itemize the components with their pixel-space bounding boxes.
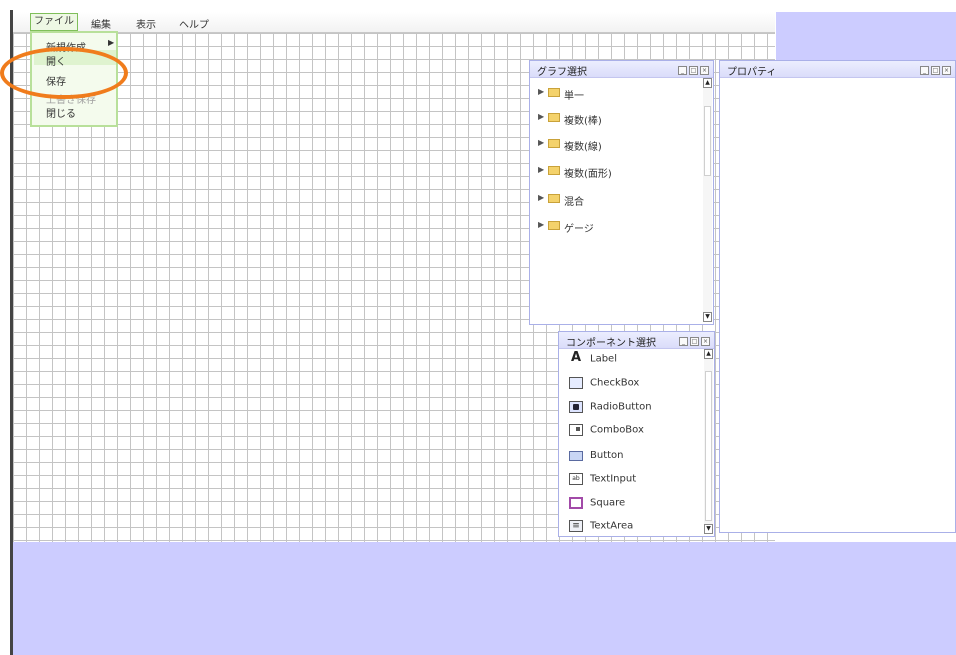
expand-triangle-icon[interactable]: ▶ xyxy=(538,87,548,96)
restore-icon[interactable]: □ xyxy=(690,337,699,346)
graph-panel-scrollbar[interactable]: ▲ ▼ xyxy=(703,78,712,322)
component-item-checkbox[interactable]: CheckBox xyxy=(569,377,639,395)
component-label: RadioButton xyxy=(590,401,652,413)
component-label: CheckBox xyxy=(590,377,640,389)
close-icon[interactable]: × xyxy=(701,337,710,346)
component-item-button[interactable]: Button xyxy=(569,450,624,468)
menu-edit[interactable]: 編集 xyxy=(91,16,111,31)
close-icon[interactable]: × xyxy=(700,66,709,75)
component-label: Square xyxy=(590,497,626,509)
tree-item-multi-area[interactable]: ▶ 複数(面形) xyxy=(538,165,612,180)
workspace-background-bottom xyxy=(13,542,956,655)
minimize-icon[interactable]: _ xyxy=(678,66,687,75)
tree-item-single[interactable]: ▶ 単一 xyxy=(538,87,584,102)
tree-item-gauge[interactable]: ▶ ゲージ xyxy=(538,220,594,235)
restore-icon[interactable]: □ xyxy=(931,66,940,75)
folder-icon xyxy=(548,194,560,203)
square-icon xyxy=(569,497,583,509)
tree-item-label: 単一 xyxy=(564,91,584,102)
tree-item-label: 複数(線) xyxy=(564,142,602,153)
component-label: TextArea xyxy=(590,520,634,532)
checkbox-icon xyxy=(569,377,583,389)
expand-triangle-icon[interactable]: ▶ xyxy=(538,193,548,202)
expand-triangle-icon[interactable]: ▶ xyxy=(538,220,548,229)
component-label: Button xyxy=(590,450,624,461)
folder-icon xyxy=(548,139,560,148)
menu-item-close[interactable]: 閉じる xyxy=(46,105,76,120)
component-label: ComboBox xyxy=(590,424,644,436)
tree-item-label: 混合 xyxy=(564,197,584,208)
scroll-up-arrow-icon[interactable]: ▲ xyxy=(704,349,713,359)
folder-icon xyxy=(548,166,560,175)
label-icon: A xyxy=(570,350,582,365)
app-window: ファイル 編集 表示 ヘルプ 新規作成 ▶ 開く 保存 上書き保存 閉じる グラ… xyxy=(0,0,956,655)
combobox-icon xyxy=(569,424,583,436)
close-icon[interactable]: × xyxy=(942,66,951,75)
component-item-square[interactable]: Square xyxy=(569,497,625,515)
menu-view[interactable]: 表示 xyxy=(136,16,156,31)
scroll-up-arrow-icon[interactable]: ▲ xyxy=(703,78,712,88)
scroll-thumb[interactable] xyxy=(704,106,711,176)
property-panel: プロパティ _ □ × xyxy=(719,60,956,533)
minimize-icon[interactable]: _ xyxy=(679,337,688,346)
component-select-panel: コンポーネント選択 _ □ × A Label CheckBox RadioButto… xyxy=(558,331,715,537)
component-panel-title: コンポーネント選択 xyxy=(566,338,656,349)
component-item-textinput[interactable]: ab TextInput xyxy=(569,473,636,491)
expand-triangle-icon[interactable]: ▶ xyxy=(538,112,548,121)
folder-icon xyxy=(548,221,560,230)
component-panel-scrollbar[interactable]: ▲ ▼ xyxy=(704,349,713,534)
restore-icon[interactable]: □ xyxy=(689,66,698,75)
property-panel-title: プロパティ xyxy=(727,67,777,78)
tree-item-label: 複数(面形) xyxy=(564,169,612,180)
folder-icon xyxy=(548,113,560,122)
component-panel-titlebar[interactable]: コンポーネント選択 _ □ × xyxy=(559,332,714,349)
tree-item-multi-bar[interactable]: ▶ 複数(棒) xyxy=(538,112,602,127)
textinput-icon: ab xyxy=(569,473,583,485)
scroll-down-arrow-icon[interactable]: ▼ xyxy=(704,524,713,534)
graph-panel-title: グラフ選択 xyxy=(537,67,587,78)
component-item-radiobutton[interactable]: RadioButton xyxy=(569,401,652,419)
scroll-thumb[interactable] xyxy=(705,371,712,521)
graph-select-panel: グラフ選択 _ □ × ▶ 単一 ▶ 複数(棒) ▶ 複数(線) ▶ 複数(面形) ▶ 混合 … xyxy=(529,60,714,325)
property-panel-titlebar[interactable]: プロパティ _ □ × xyxy=(720,61,955,78)
component-item-label[interactable]: A Label xyxy=(569,350,617,371)
component-label: Label xyxy=(590,353,617,365)
folder-icon xyxy=(548,88,560,97)
expand-triangle-icon[interactable]: ▶ xyxy=(538,138,548,147)
minimize-icon[interactable]: _ xyxy=(920,66,929,75)
menu-file[interactable]: ファイル xyxy=(30,13,78,31)
tree-item-multi-line[interactable]: ▶ 複数(線) xyxy=(538,138,602,153)
highlight-circle-annotation xyxy=(0,47,128,99)
graph-panel-titlebar[interactable]: グラフ選択 _ □ × xyxy=(530,61,713,78)
component-item-textarea[interactable]: ≡ TextArea xyxy=(569,520,633,538)
button-icon xyxy=(569,450,583,461)
expand-triangle-icon[interactable]: ▶ xyxy=(538,165,548,174)
menu-bar: ファイル 編集 表示 ヘルプ xyxy=(13,12,775,33)
scroll-down-arrow-icon[interactable]: ▼ xyxy=(703,312,712,322)
tree-item-mixed[interactable]: ▶ 混合 xyxy=(538,193,584,208)
workspace-background-top xyxy=(776,12,956,60)
menu-help[interactable]: ヘルプ xyxy=(179,16,209,31)
tree-item-label: 複数(棒) xyxy=(564,116,602,127)
tree-item-label: ゲージ xyxy=(564,224,594,235)
component-item-combobox[interactable]: ComboBox xyxy=(569,424,644,442)
component-label: TextInput xyxy=(590,473,637,485)
textarea-icon: ≡ xyxy=(569,520,583,532)
radiobutton-icon xyxy=(569,401,583,413)
submenu-arrow-icon: ▶ xyxy=(108,38,115,47)
